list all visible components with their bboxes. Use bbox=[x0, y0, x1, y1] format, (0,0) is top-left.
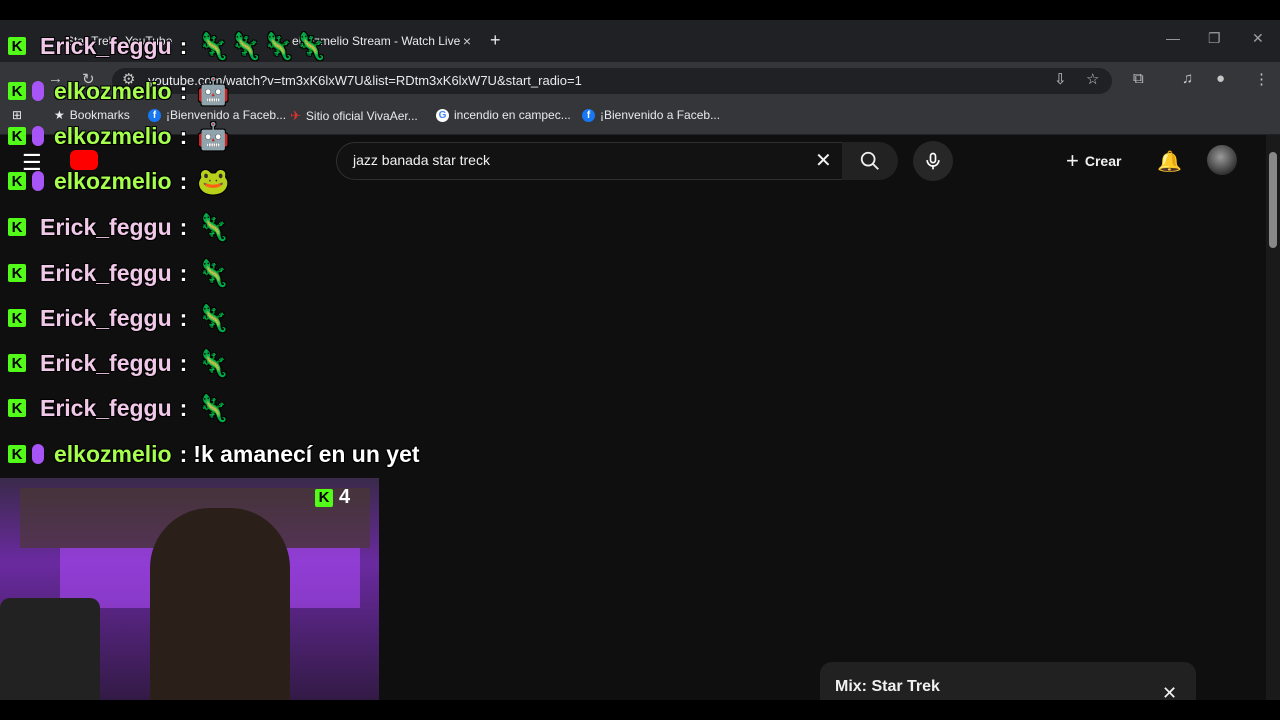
chat-username: Erick_feggu bbox=[40, 304, 172, 331]
youtube-bottom-controls bbox=[380, 638, 820, 700]
microphone-badge-icon bbox=[32, 81, 44, 101]
search-icon bbox=[860, 151, 879, 170]
chat-emote-icon: 🦎 bbox=[197, 302, 230, 333]
bookmark-item[interactable]: f ¡Bienvenido a Faceb... bbox=[582, 108, 720, 122]
restore-icon[interactable]: ❐ bbox=[1208, 30, 1221, 47]
kick-logo-icon: K bbox=[8, 264, 26, 282]
chat-separator: : bbox=[179, 77, 188, 104]
chat-message: K Erick_feggu: 🦎 bbox=[0, 388, 230, 428]
chat-message: K Erick_feggu: 🦎 bbox=[0, 343, 230, 383]
kick-logo-icon: K bbox=[8, 127, 26, 145]
microphone-badge-icon bbox=[32, 444, 44, 464]
viewer-count: 4 bbox=[339, 486, 351, 508]
clear-search-icon[interactable]: ✕ bbox=[815, 148, 832, 173]
install-app-icon[interactable]: ⇩ bbox=[1054, 70, 1067, 88]
chat-message: Kelkozmelio: 🤖 bbox=[0, 116, 230, 156]
chat-message: Kelkozmelio: 🐸 bbox=[0, 161, 230, 201]
kick-logo-icon: K bbox=[315, 488, 333, 507]
profile-icon[interactable]: ● bbox=[1216, 70, 1225, 87]
bookmark-item[interactable]: ✈ Sitio oficial VivaAer... bbox=[290, 108, 418, 124]
chat-emote-icon: 🐸 bbox=[197, 165, 230, 196]
menu-kebab-icon[interactable]: ⋮ bbox=[1254, 70, 1269, 88]
chat-separator: : bbox=[179, 32, 188, 59]
chat-emote-icon: 🦎 bbox=[197, 392, 230, 423]
chat-separator: : bbox=[179, 167, 188, 194]
chat-text: !k amanecí en un yet bbox=[193, 440, 420, 467]
kick-logo-icon: K bbox=[8, 172, 26, 190]
microphone-icon bbox=[926, 152, 940, 170]
chat-emote-icon: 🦎🦎🦎🦎 bbox=[197, 30, 327, 61]
chat-username: elkozmelio bbox=[54, 77, 172, 104]
chat-username: Erick_feggu bbox=[40, 213, 172, 240]
chat-separator: : bbox=[179, 122, 188, 149]
chat-separator: : bbox=[179, 394, 188, 421]
bookmark-item[interactable]: Gincendio en campec... bbox=[436, 108, 571, 122]
scrollbar-thumb[interactable] bbox=[1269, 152, 1277, 248]
kick-logo-icon: K bbox=[8, 309, 26, 327]
chat-username: elkozmelio bbox=[54, 122, 172, 149]
chat-separator: : bbox=[179, 440, 188, 467]
microphone-badge-icon bbox=[32, 171, 44, 191]
new-tab-button[interactable]: + bbox=[490, 30, 501, 51]
close-window-icon[interactable]: ✕ bbox=[1252, 30, 1264, 47]
chat-message: K Erick_feggu: 🦎 bbox=[0, 298, 230, 338]
kick-logo-icon: K bbox=[8, 354, 26, 372]
facebook-icon: f bbox=[582, 108, 595, 122]
viewer-count-badge: K 4 bbox=[315, 486, 350, 509]
webcam-overlay bbox=[0, 478, 379, 720]
search-button[interactable] bbox=[842, 142, 898, 180]
plus-icon: + bbox=[1066, 148, 1079, 173]
extensions-icon[interactable]: ⧉ bbox=[1133, 70, 1144, 87]
bottom-black-band bbox=[0, 700, 1280, 720]
chat-username: Erick_feggu bbox=[40, 32, 172, 59]
kick-logo-icon: K bbox=[8, 37, 26, 55]
google-icon: G bbox=[436, 108, 449, 122]
chat-message: Kelkozmelio: 🤖 bbox=[0, 71, 230, 111]
minimize-icon[interactable]: — bbox=[1166, 30, 1180, 46]
kick-logo-icon: K bbox=[8, 218, 26, 236]
chat-username: elkozmelio bbox=[54, 167, 172, 194]
chat-emote-icon: 🦎 bbox=[197, 257, 230, 288]
chat-username: Erick_feggu bbox=[40, 349, 172, 376]
top-black-band bbox=[0, 0, 1280, 20]
chat-emote-icon: 🤖 bbox=[197, 75, 230, 106]
mix-title: Mix: Star Trek bbox=[835, 678, 940, 695]
tab-close-icon[interactable]: × bbox=[463, 33, 471, 49]
create-label: Crear bbox=[1084, 153, 1122, 169]
chat-emote-icon: 🦎 bbox=[197, 211, 230, 242]
kick-logo-icon: K bbox=[8, 445, 26, 463]
avatar[interactable] bbox=[1207, 145, 1237, 175]
chat-username: Erick_feggu bbox=[40, 259, 172, 286]
chat-separator: : bbox=[179, 349, 188, 376]
chat-message: K Erick_feggu: 🦎 bbox=[0, 207, 230, 247]
chat-message: Kelkozmelio: !k amanecí en un yet bbox=[0, 434, 420, 474]
voice-search-button[interactable] bbox=[913, 141, 953, 181]
create-button[interactable]: + Crear bbox=[1066, 148, 1130, 174]
webcam-streamer bbox=[150, 508, 290, 720]
kick-logo-icon: K bbox=[8, 399, 26, 417]
vivaaerobus-icon: ✈ bbox=[290, 108, 301, 123]
chat-separator: : bbox=[179, 213, 188, 240]
chat-separator: : bbox=[179, 304, 188, 331]
chat-message: K Erick_feggu: 🦎 bbox=[0, 253, 230, 293]
chat-username: Erick_feggu bbox=[40, 394, 172, 421]
bookmark-star-icon[interactable]: ☆ bbox=[1086, 70, 1099, 88]
chat-emote-icon: 🤖 bbox=[197, 120, 230, 151]
chat-emote-icon: 🦎 bbox=[197, 347, 230, 378]
notifications-bell-icon[interactable]: 🔔 bbox=[1157, 149, 1182, 174]
search-query: jazz banada star treck bbox=[353, 152, 490, 168]
media-control-icon[interactable]: ♫ bbox=[1182, 70, 1193, 87]
microphone-badge-icon bbox=[32, 126, 44, 146]
chat-message: K Erick_feggu: 🦎🦎🦎🦎 bbox=[0, 26, 327, 66]
chat-separator: : bbox=[179, 259, 188, 286]
chat-username: elkozmelio bbox=[54, 440, 172, 467]
kick-logo-icon: K bbox=[8, 82, 26, 100]
